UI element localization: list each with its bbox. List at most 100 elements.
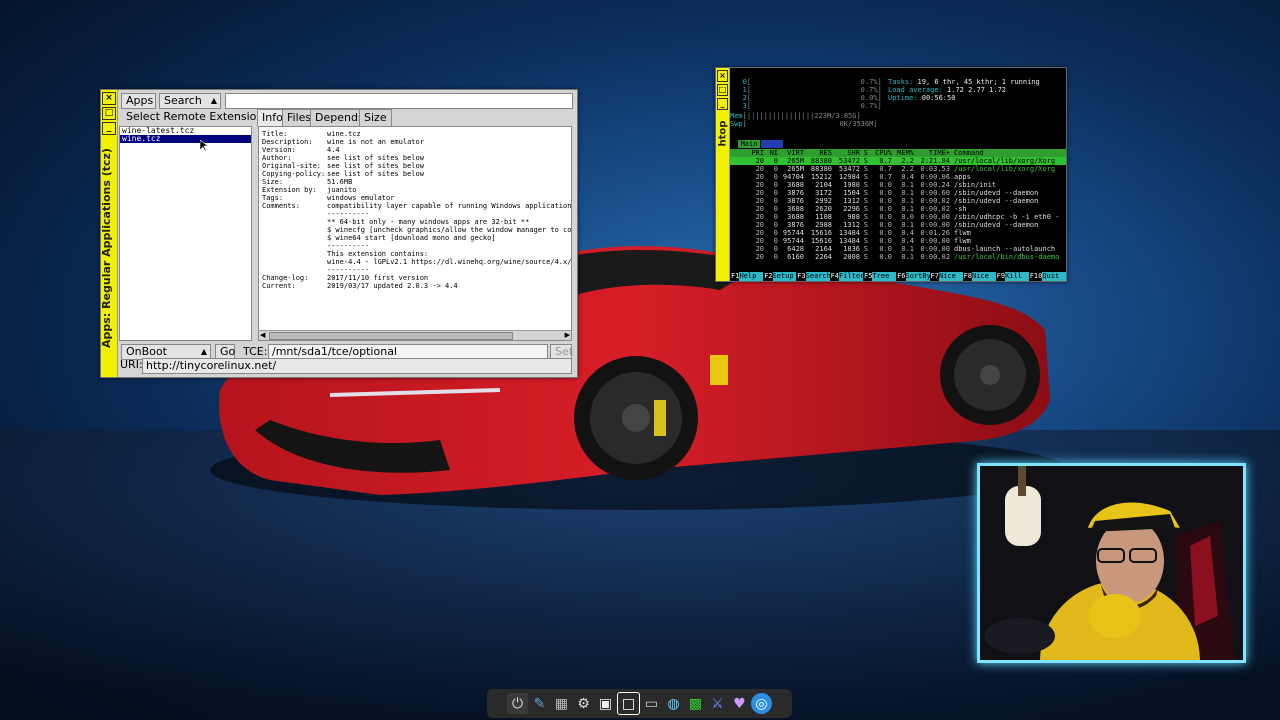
minimize-icon[interactable]: _: [717, 98, 728, 110]
process-row-selected[interactable]: 20 0 265M 88380 53472 S 0.7 2.2 2:21.04/usr/loca…: [730, 157, 1066, 165]
column-header[interactable]: Command: [950, 149, 1066, 157]
process-row[interactable]: 20 0 3876 2992 1312 S 0.0 0.1 0:00.02/sbin/udevd…: [730, 197, 1066, 205]
process-table[interactable]: PRI NI VIRT RES SHR S CPU% MEM% TIME+ Command 20 0 2…: [730, 149, 1066, 261]
fkey-key[interactable]: F8: [962, 272, 972, 281]
process-row[interactable]: 20 0 95744 15616 13484 S 0.0 0.4 0:01.26 flwm: [730, 229, 1066, 237]
globe-icon[interactable]: ◎: [751, 693, 772, 714]
extension-list[interactable]: wine-latest.tcz wine.tcz: [119, 126, 252, 341]
desktop-icon[interactable]: □: [617, 692, 640, 715]
close-icon[interactable]: ×: [102, 92, 116, 105]
column-header[interactable]: TIME+: [914, 149, 950, 157]
fkey-label[interactable]: Setup: [772, 272, 797, 281]
fkey-key[interactable]: F4: [829, 272, 839, 281]
fkey-label[interactable]: Kill: [1005, 272, 1029, 281]
column-header[interactable]: CPU%: [868, 149, 892, 157]
process-row[interactable]: 20 0 95744 15616 13484 S 0.0 0.4 0:00.00 flwm: [730, 237, 1066, 245]
apps-window-titlebar[interactable]: × □ _ Apps: Regular Applications (tcz): [100, 90, 118, 377]
column-header[interactable]: PRI: [730, 149, 764, 157]
process-cell: 20: [755, 205, 764, 213]
terminal-icon[interactable]: ▭: [641, 693, 662, 714]
process-cell: 2992: [815, 197, 832, 205]
htop-terminal[interactable]: 0[ 0.7%] 1[ 0.7%] 2[ 0.0%] 3[ 0.7%] Mem[…: [730, 68, 1066, 281]
process-cell: 0:00.02: [920, 197, 950, 205]
process-row[interactable]: 20 0 94704 15212 12984 S 0.7 0.4 0:00.06 apps: [730, 173, 1066, 181]
uptime-label: Uptime:: [888, 94, 918, 102]
fkey-key[interactable]: F3: [796, 272, 806, 281]
info-row: ----------: [262, 210, 568, 218]
puzzle-icon[interactable]: ▩: [685, 693, 706, 714]
fkey-label[interactable]: Search: [805, 272, 831, 281]
htop-window-titlebar[interactable]: × □ _ htop: [716, 68, 730, 281]
process-row[interactable]: 20 0 3688 1108 988 S 0.0 0.0 0:00.00/sbin/udhcpc…: [730, 213, 1066, 221]
process-cell: flwm: [954, 237, 971, 245]
fkey-label[interactable]: Nice +: [972, 272, 996, 281]
info-key: Current:: [262, 282, 296, 290]
column-header[interactable]: RES: [804, 149, 832, 157]
fkey-key[interactable]: F10: [1028, 272, 1043, 281]
process-cell: 20: [755, 157, 764, 165]
process-cell: 2104: [815, 181, 832, 189]
fkey-label[interactable]: Quit: [1042, 272, 1066, 281]
editor-icon[interactable]: ▦: [551, 693, 572, 714]
process-cell: 0.1: [901, 253, 914, 261]
column-header[interactable]: MEM%: [892, 149, 914, 157]
cpu-bar: [: [746, 86, 861, 94]
column-header[interactable]: SHR: [832, 149, 860, 157]
process-cell: 0.0: [879, 229, 892, 237]
fkey-label[interactable]: Tree: [872, 272, 897, 281]
horizontal-scrollbar[interactable]: ◀ ▶: [259, 330, 571, 340]
process-row[interactable]: 20 0 3876 3172 1504 S 0.0 0.1 0:00.60/sbin/udevd…: [730, 189, 1066, 197]
fkey-label[interactable]: SortBy: [905, 272, 931, 281]
fkey-key[interactable]: F2: [763, 272, 773, 281]
fkey-label[interactable]: Help: [739, 272, 764, 281]
process-row[interactable]: 20 0 6160 2264 2008 S 0.0 0.1 0:00.02/usr/local/…: [730, 253, 1066, 261]
scroll-right-icon[interactable]: ▶: [565, 331, 570, 339]
close-icon[interactable]: ×: [717, 70, 728, 82]
process-cell: 0.0: [879, 213, 892, 221]
process-row[interactable]: 20 0 3688 2620 2296 S 0.0 0.1 0:00.02 -sh: [730, 205, 1066, 213]
process-row[interactable]: 20 0 3876 2988 1312 S 0.0 0.1 0:00.00/sbin/udevd…: [730, 221, 1066, 229]
power-icon[interactable]: ⏻: [507, 693, 528, 714]
maximize-icon[interactable]: □: [102, 107, 116, 120]
list-item-selected[interactable]: wine.tcz: [120, 135, 251, 143]
fkey-key[interactable]: F6: [896, 272, 906, 281]
apps-icon[interactable]: ▣: [595, 693, 616, 714]
fkey-key[interactable]: F1: [730, 272, 740, 281]
process-row[interactable]: 20 0 6428 2164 1836 S 0.0 0.1 0:00.00 dbus-launch…: [730, 245, 1066, 253]
sword-icon[interactable]: ⚔: [707, 693, 728, 714]
minimize-icon[interactable]: _: [102, 122, 116, 135]
column-header[interactable]: NI: [764, 149, 778, 157]
fkey-label[interactable]: Filter: [839, 272, 864, 281]
uri-field[interactable]: http://tinycorelinux.net/: [142, 358, 572, 374]
search-mode-select[interactable]: Search ▲: [159, 93, 221, 109]
apps-menu-button[interactable]: Apps: [121, 93, 156, 109]
maximize-icon[interactable]: □: [717, 84, 728, 96]
process-cell: 2164: [815, 245, 832, 253]
fkey-label[interactable]: Nice -: [938, 272, 963, 281]
process-cell: 0.0: [879, 205, 892, 213]
process-cell: 53472: [838, 157, 860, 165]
tab-main[interactable]: Main: [738, 140, 760, 148]
fkey-key[interactable]: F5: [863, 272, 873, 281]
tab-size[interactable]: Size: [359, 109, 392, 126]
process-row[interactable]: 20 0 3688 2104 1980 S 0.0 0.1 0:00.24/sbin/init: [730, 181, 1066, 189]
scroll-left-icon[interactable]: ◀: [260, 331, 265, 339]
cpu-bar-end: ]: [877, 94, 882, 102]
info-value: 2019/03/17 updated 2.0.3 -> 4.4: [327, 282, 458, 290]
pencil-icon[interactable]: ✎: [529, 693, 550, 714]
browser-icon[interactable]: ♥: [729, 693, 750, 714]
process-row[interactable]: 20 0 265M 88380 53472 S 0.7 2.2 0:03.53/usr/loca…: [730, 165, 1066, 173]
network-icon[interactable]: ◍: [663, 693, 684, 714]
column-header[interactable]: S: [860, 149, 868, 157]
column-header[interactable]: VIRT: [778, 149, 804, 157]
settings-icon[interactable]: ⚙: [573, 693, 594, 714]
search-input[interactable]: [225, 93, 573, 109]
scrollbar-thumb[interactable]: [269, 332, 513, 340]
fkey-key[interactable]: F9: [995, 272, 1006, 281]
info-row: Version: 4.4: [262, 146, 568, 154]
process-cell: 3172: [815, 189, 832, 197]
fkey-key[interactable]: F7: [929, 272, 939, 281]
tab-io[interactable]: [761, 140, 783, 148]
info-row: Author: see list of sites below: [262, 154, 568, 162]
process-cell: flwm: [954, 229, 971, 237]
